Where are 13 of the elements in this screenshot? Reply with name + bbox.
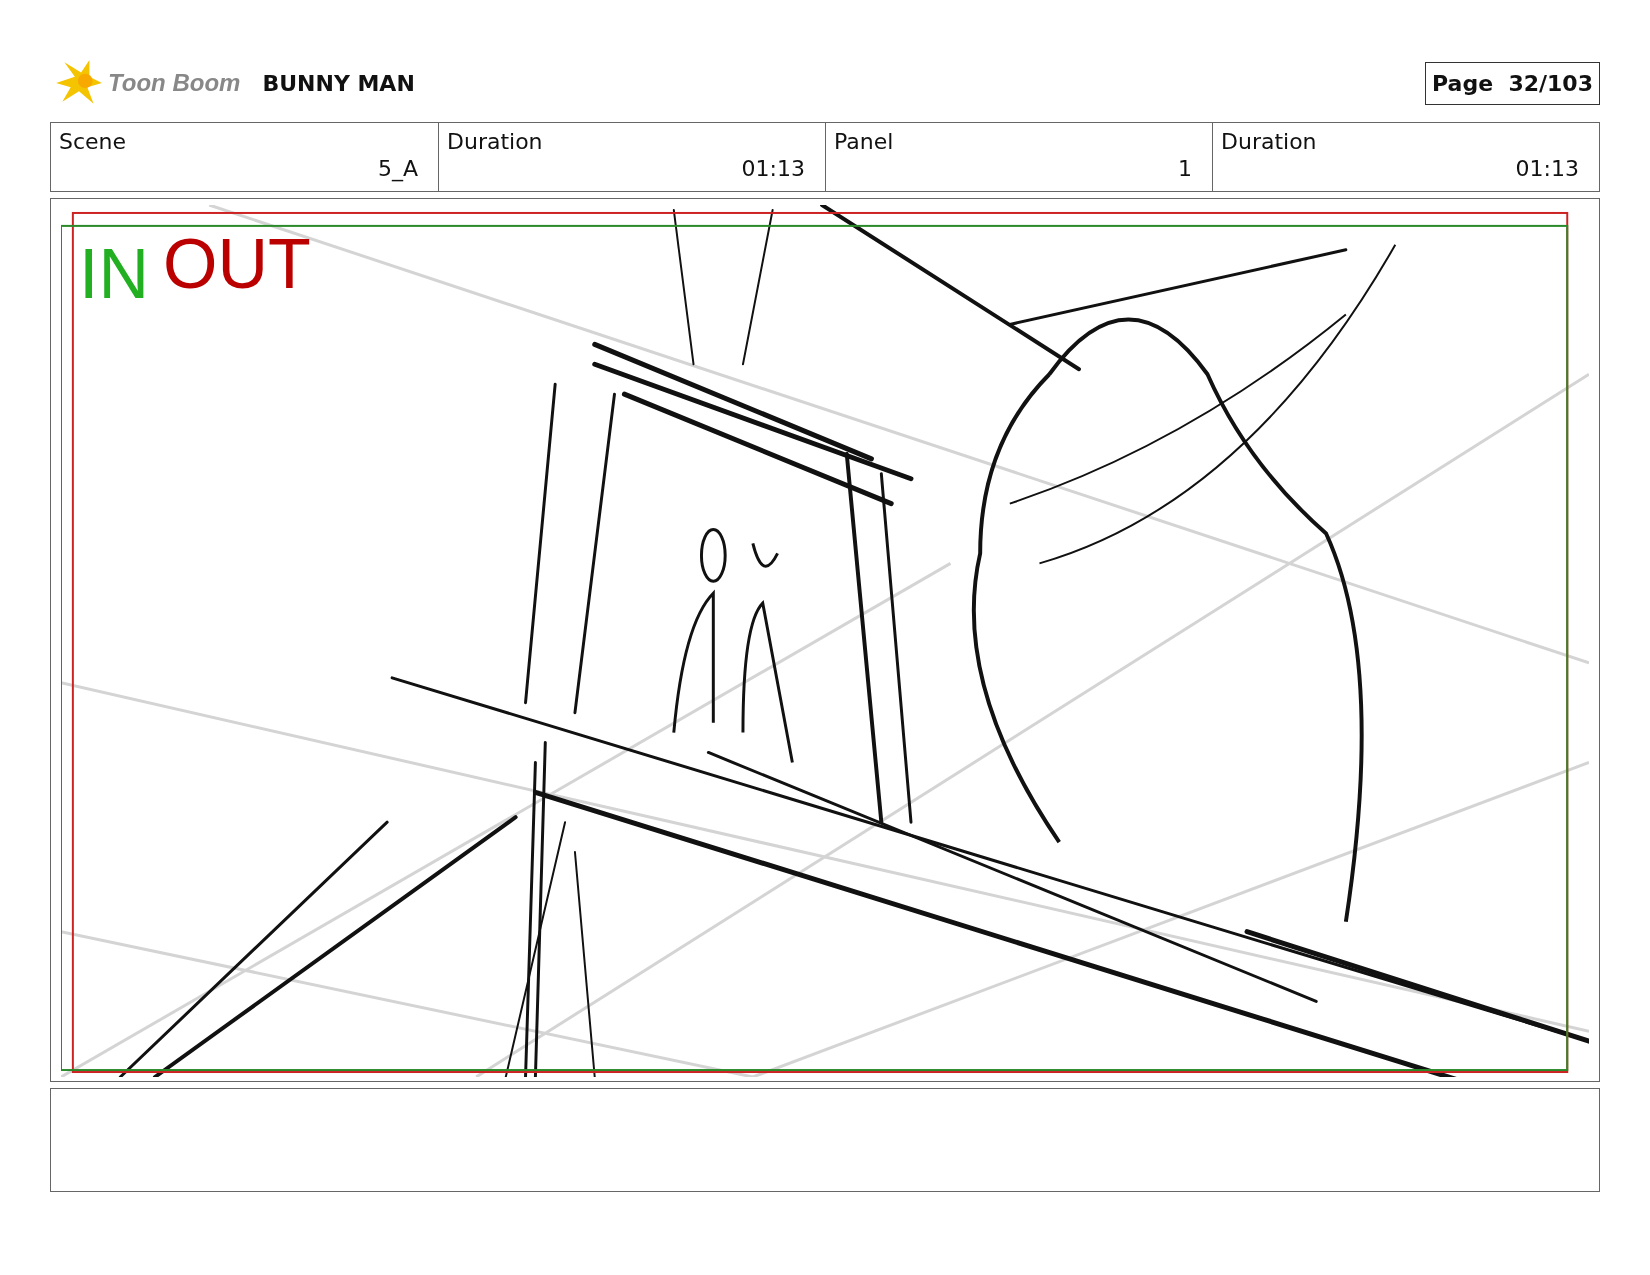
field-value: 01:13: [741, 156, 805, 181]
field-label: Panel: [834, 129, 895, 154]
out-marker: OUT: [163, 229, 311, 299]
in-marker: IN: [79, 239, 149, 309]
field-value: 01:13: [1515, 156, 1579, 181]
page-number: Page 32/103: [1425, 61, 1600, 105]
field-value: 1: [1178, 156, 1192, 181]
field-value: 5_A: [377, 156, 418, 181]
project-title: BUNNY MAN: [262, 70, 415, 96]
field-label: Duration: [1221, 129, 1318, 154]
logo-text: Toon Boom: [108, 69, 241, 97]
field-label: Duration: [447, 129, 544, 154]
field-label: Scene: [59, 129, 128, 154]
